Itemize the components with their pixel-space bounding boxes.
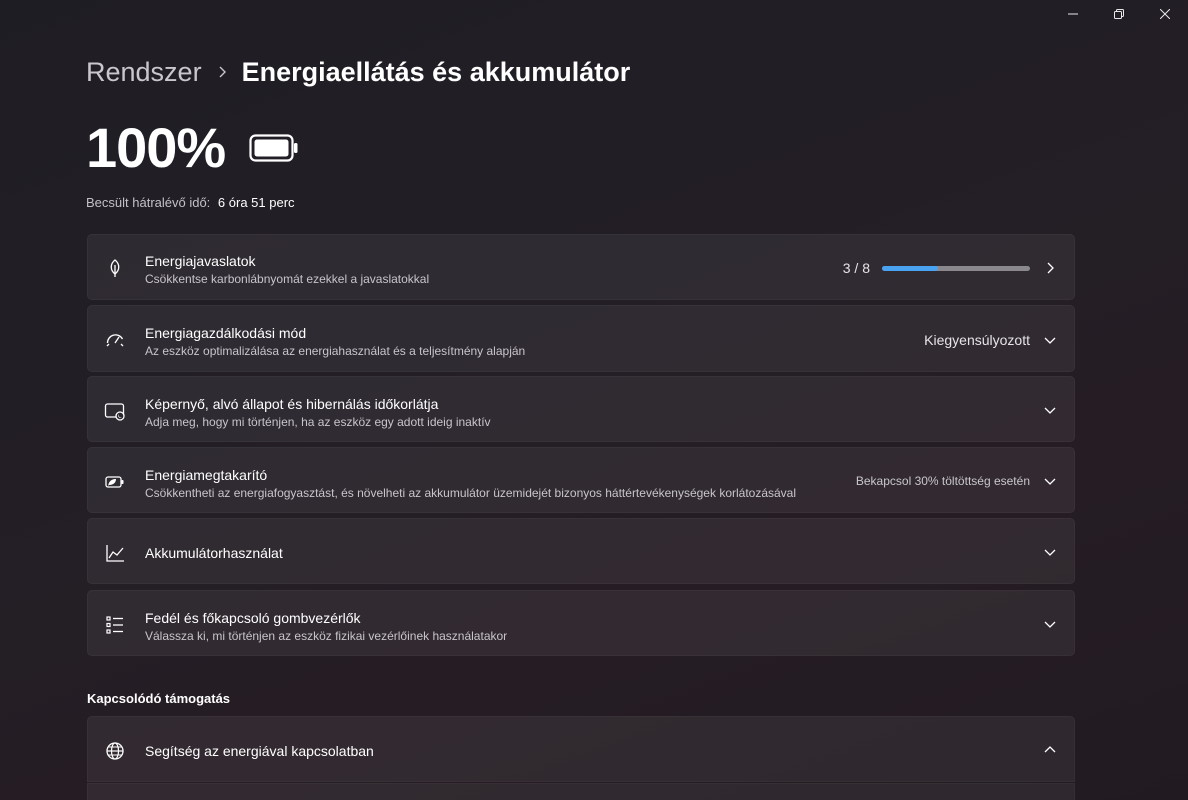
chevron-down-icon [1040, 614, 1060, 634]
close-button[interactable] [1142, 0, 1188, 28]
card-subtitle: Csökkentheti az energiafogyasztást, és n… [145, 486, 797, 500]
lid-buttons-card[interactable]: Fedél és főkapcsoló gombvezérlők Válassz… [87, 590, 1075, 656]
battery-usage-card[interactable]: Akkumulátorhasználat [87, 518, 1075, 584]
power-mode-card[interactable]: Energiagazdálkodási mód Az eszköz optima… [87, 305, 1075, 372]
minimize-button[interactable] [1050, 0, 1096, 28]
card-title: Segítség az energiával kapcsolatban [145, 743, 374, 759]
card-subtitle: Csökkentse karbonlábnyomát ezekkel a jav… [145, 272, 430, 286]
screen-sleep-card[interactable]: Képernyő, alvó állapot és hibernálás idő… [87, 376, 1075, 442]
card-title: Fedél és főkapcsoló gombvezérlők [145, 610, 361, 626]
breadcrumb: Rendszer Energiaellátás és akkumulátor [86, 54, 630, 90]
chart-icon [104, 542, 126, 564]
restore-button[interactable] [1096, 0, 1142, 28]
battery-status: 100% [86, 114, 299, 182]
related-support-heading: Kapcsolódó támogatás [87, 691, 231, 706]
window-controls [1050, 0, 1188, 28]
chevron-right-icon [1040, 258, 1060, 278]
recommendations-progress-label: 3 / 8 [842, 260, 870, 276]
list-icon [104, 614, 126, 636]
remaining-time-label: Becsült hátralévő idő: [86, 195, 211, 210]
restore-icon [1114, 9, 1124, 19]
card-title: Energiajavaslatok [145, 253, 256, 269]
recommendations-progress-bar [882, 265, 1030, 271]
minimize-icon [1068, 13, 1078, 15]
power-mode-dropdown[interactable]: Kiegyensúlyozott [924, 332, 1030, 348]
card-subtitle: Adja meg, hogy mi történjen, ha az eszkö… [145, 415, 491, 429]
energy-recommendations-card[interactable]: Energiajavaslatok Csökkentse karbonlábny… [87, 234, 1075, 300]
chevron-down-icon [1040, 471, 1060, 491]
card-subtitle: Az eszköz optimalizálása az energiahaszn… [145, 344, 526, 358]
battery-icon [249, 133, 299, 167]
chevron-down-icon [1040, 400, 1060, 420]
battery-percent: 100% [86, 116, 226, 179]
energy-help-card[interactable]: Segítség az energiával kapcsolatban [87, 716, 1075, 782]
gauge-icon [104, 329, 126, 351]
breadcrumb-chevron-icon [218, 65, 228, 79]
chevron-up-icon [1040, 740, 1060, 760]
breadcrumb-parent-link[interactable]: Rendszer [86, 54, 202, 90]
card-title: Energiamegtakarító [145, 467, 268, 483]
page-title: Energiaellátás és akkumulátor [241, 57, 631, 87]
card-title: Energiagazdálkodási mód [145, 325, 307, 341]
card-title: Képernyő, alvó állapot és hibernálás idő… [145, 396, 439, 412]
screen-sleep-icon [104, 400, 126, 422]
battery-saver-icon [104, 471, 126, 493]
chevron-down-icon [1040, 542, 1060, 562]
energy-saver-card[interactable]: Energiamegtakarító Csökkentheti az energ… [87, 447, 1075, 513]
card-title: Akkumulátorhasználat [145, 545, 283, 561]
energy-saver-threshold: Bekapcsol 30% töltöttség esetén [855, 474, 1030, 488]
energy-help-expanded-content [87, 783, 1075, 800]
chevron-down-icon [1040, 330, 1060, 350]
remaining-time-value: 6 óra 51 perc [217, 195, 295, 210]
recommendations-progress-fill [882, 265, 938, 271]
card-subtitle: Válassza ki, mi történjen az eszköz fizi… [145, 629, 508, 643]
remaining-time: Becsült hátralévő idő: 6 óra 51 perc [86, 194, 295, 212]
close-icon [1160, 9, 1170, 19]
globe-icon [104, 740, 126, 762]
leaf-icon [104, 257, 126, 279]
